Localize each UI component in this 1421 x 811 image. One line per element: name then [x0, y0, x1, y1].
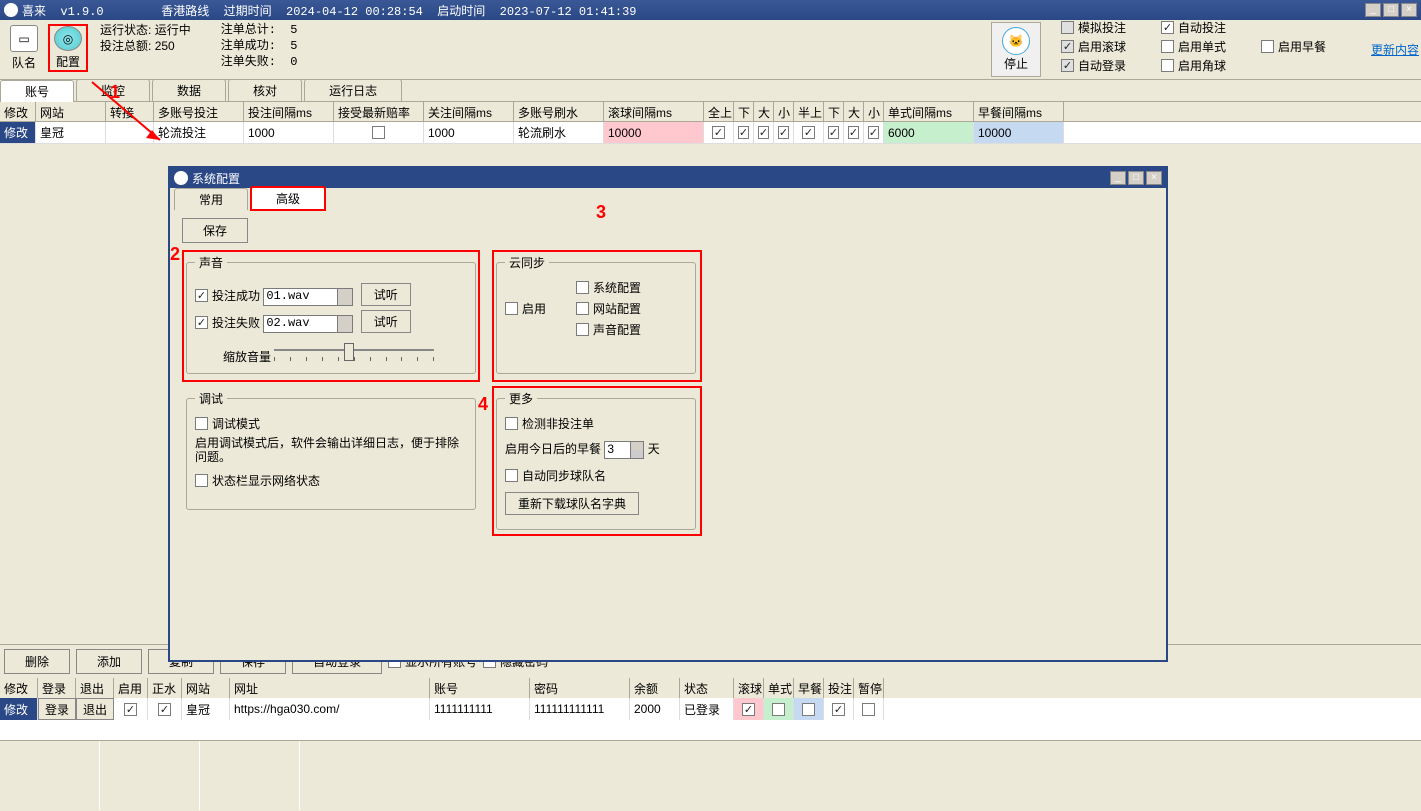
listen-success-button[interactable]: 试听 — [361, 283, 411, 306]
title-text: 喜来 v1.9.0 香港路线 过期时间 2024-04-12 00:28:54 … — [22, 2, 636, 19]
toolbar: ▭ 队名 ◎ 配置 运行状态: 运行中 投注总额: 250 注单总计: 5 注单… — [0, 20, 1421, 80]
chk-fail-sound[interactable]: 投注失败 — [195, 314, 260, 331]
gear-icon: ◎ — [54, 26, 82, 51]
config-button[interactable]: ◎ 配置 — [48, 24, 88, 72]
dialog-tabs: 常用 高级 — [170, 188, 1166, 210]
team-button[interactable]: ▭ 队名 — [4, 24, 44, 72]
dialog-icon — [174, 171, 188, 185]
cloud-fieldset: 云同步 启用 系统配置 网站配置 声音配置 — [496, 254, 696, 374]
chk-cloud-enable[interactable]: 启用 — [505, 279, 546, 338]
chk-auto-login[interactable]: 自动登录 — [1061, 57, 1151, 74]
dialog-save-button[interactable]: 保存 — [182, 218, 248, 243]
chk-cloud-sysconf[interactable]: 系统配置 — [576, 279, 641, 296]
team-icon: ▭ — [10, 25, 38, 52]
chk-cloud-soundconf[interactable]: 声音配置 — [576, 321, 641, 338]
success-wav-select[interactable]: 01.wav — [263, 288, 353, 306]
stats-block: 注单总计: 5 注单成功: 5 注单失败: 0 — [221, 22, 298, 70]
grid-row[interactable]: 修改 皇冠 轮流投注 1000 1000 轮流刷水 10000 6000 100… — [0, 122, 1421, 144]
app-icon — [4, 3, 18, 17]
status-block: 运行状态: 运行中 投注总额: 250 — [100, 22, 191, 54]
maximize-button[interactable]: □ — [1383, 3, 1399, 17]
add-button[interactable]: 添加 — [76, 649, 142, 674]
grid-header: 修改 网站 转接 多账号投注 投注间隔ms 接受最新赔率 关注间隔ms 多账号刷… — [0, 102, 1421, 122]
tab-check[interactable]: 核对 — [228, 79, 302, 101]
chk-detect-nonbet[interactable]: 检测非投注单 — [505, 415, 687, 432]
statusbar — [0, 740, 1421, 810]
chk-debug-mode[interactable]: 调试模式 — [195, 415, 467, 432]
tab-advanced[interactable]: 高级 — [250, 186, 326, 211]
chk-enable-roll[interactable]: 启用滚球 — [1061, 38, 1151, 55]
acc-modify-button[interactable]: 修改 — [0, 698, 38, 720]
titlebar: 喜来 v1.9.0 香港路线 过期时间 2024-04-12 00:28:54 … — [0, 0, 1421, 20]
fail-wav-select[interactable]: 02.wav — [263, 315, 353, 333]
minimize-button[interactable]: _ — [1365, 3, 1381, 17]
chk-enable-morning[interactable]: 启用早餐 — [1261, 38, 1351, 55]
tab-data[interactable]: 数据 — [152, 79, 226, 101]
morning-days-spinner[interactable]: 3 — [604, 441, 644, 459]
account-grid: 修改 登录 退出 启用 正水 网站 网址 账号 密码 余额 状态 滚球 单式 早… — [0, 678, 1421, 740]
more-fieldset: 更多 检测非投注单 启用今日后的早餐 3 天 自动同步球队名 重新下载球队名字典 — [496, 390, 696, 530]
account-header: 修改 登录 退出 启用 正水 网站 网址 账号 密码 余额 状态 滚球 单式 早… — [0, 678, 1421, 698]
stop-button[interactable]: 🐱 停止 — [991, 22, 1041, 77]
config-dialog: 系统配置 _ □ × 常用 高级 保存 声音 投注成功 01.wav 试听 投注… — [168, 166, 1168, 662]
stop-icon: 🐱 — [1002, 27, 1030, 55]
close-button[interactable]: × — [1401, 3, 1417, 17]
tab-normal[interactable]: 常用 — [174, 188, 248, 210]
delete-button[interactable]: 删除 — [4, 649, 70, 674]
chk-statusbar-network[interactable]: 状态栏显示网络状态 — [195, 472, 467, 489]
chk-sync-team[interactable]: 自动同步球队名 — [505, 467, 687, 484]
listen-fail-button[interactable]: 试听 — [361, 310, 411, 333]
dialog-close[interactable]: × — [1146, 171, 1162, 185]
chk-enable-corner[interactable]: 启用角球 — [1161, 57, 1251, 74]
main-tabs: 账号 监控 数据 核对 运行日志 — [0, 80, 1421, 102]
options-grid: 模拟投注 自动投注 启用滚球 启用单式 启用早餐 自动登录 启用角球 — [1061, 22, 1351, 70]
acc-logout-button[interactable]: 退出 — [76, 698, 114, 720]
acc-login-button[interactable]: 登录 — [38, 698, 76, 720]
redownload-button[interactable]: 重新下载球队名字典 — [505, 492, 639, 515]
dialog-maximize[interactable]: □ — [1128, 171, 1144, 185]
chk-auto-bet[interactable]: 自动投注 — [1161, 19, 1251, 36]
sound-fieldset: 声音 投注成功 01.wav 试听 投注失败 02.wav 试听 缩放音量 — [186, 254, 476, 374]
update-link[interactable]: 更新内容 — [1371, 41, 1419, 58]
dialog-minimize[interactable]: _ — [1110, 171, 1126, 185]
chk-success-sound[interactable]: 投注成功 — [195, 287, 260, 304]
tab-account[interactable]: 账号 — [0, 80, 74, 102]
volume-slider[interactable] — [274, 341, 434, 361]
chk-sim-bet[interactable]: 模拟投注 — [1061, 19, 1151, 36]
chk-enable-single[interactable]: 启用单式 — [1161, 38, 1251, 55]
debug-fieldset: 调试 调试模式 启用调试模式后，软件会输出详细日志，便于排除问题。 状态栏显示网… — [186, 390, 476, 510]
account-row[interactable]: 修改 登录 退出 皇冠 https://hga030.com/ 11111111… — [0, 698, 1421, 720]
chk-cloud-siteconf[interactable]: 网站配置 — [576, 300, 641, 317]
dialog-titlebar: 系统配置 _ □ × — [170, 168, 1166, 188]
tab-monitor[interactable]: 监控 — [76, 79, 150, 101]
row-modify-button[interactable]: 修改 — [0, 122, 36, 143]
tab-log[interactable]: 运行日志 — [304, 79, 402, 101]
